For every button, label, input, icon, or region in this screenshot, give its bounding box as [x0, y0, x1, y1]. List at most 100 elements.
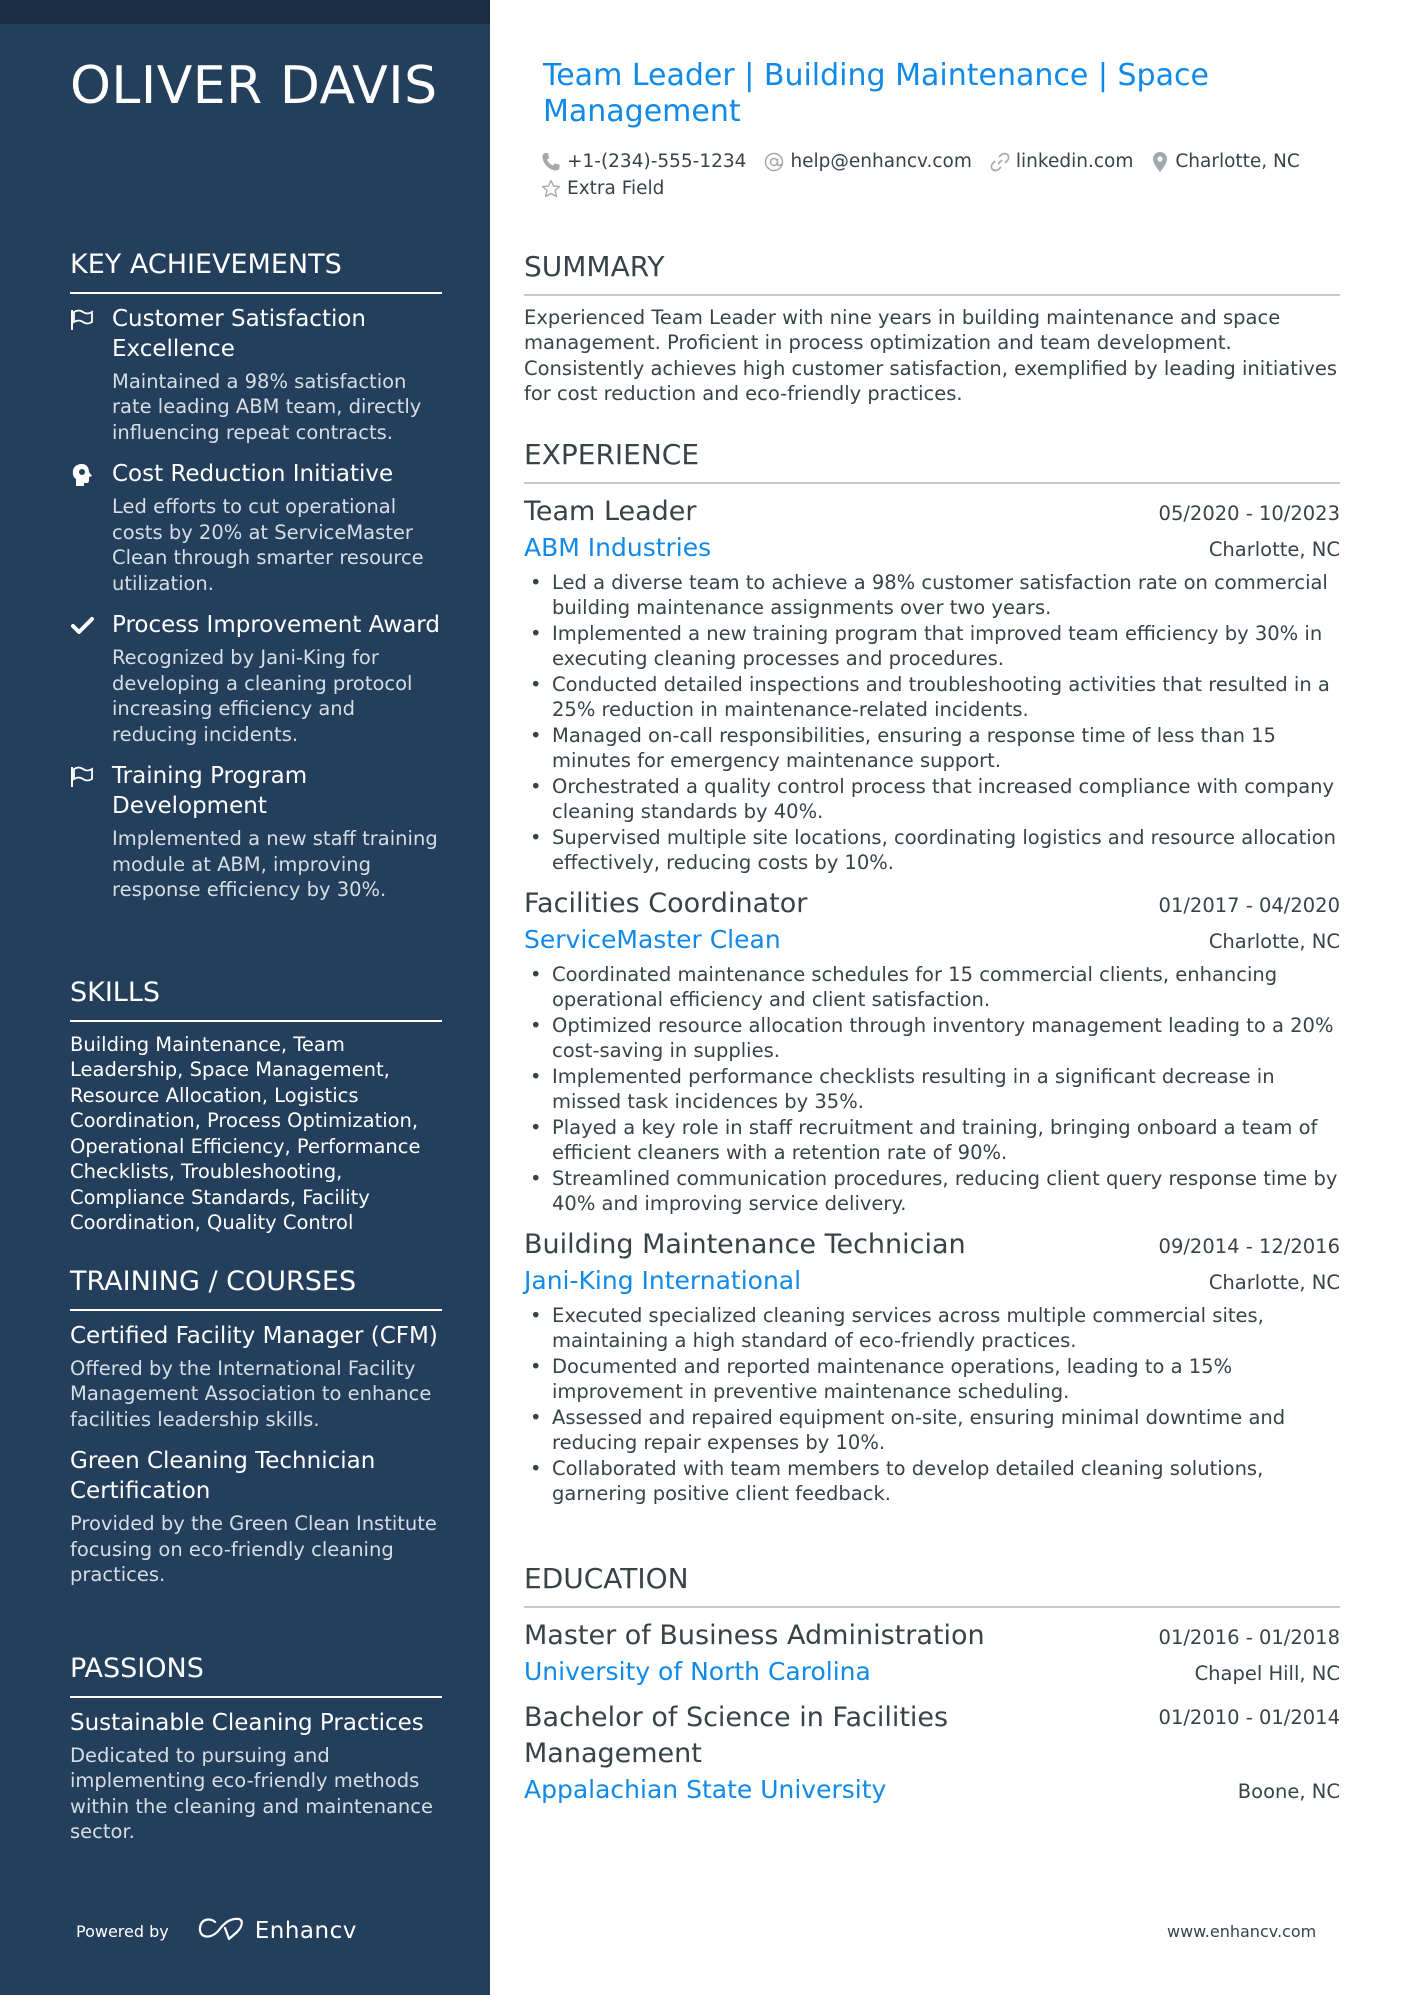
- bullet-item: Played a key role in staff recruitment a…: [524, 1115, 1340, 1166]
- course-title: Green Cleaning Technician Certification: [70, 1448, 376, 1505]
- job-dates: 01/2017 - 04/2020: [1158, 893, 1340, 917]
- education-location: Chapel Hill, NC: [1194, 1661, 1340, 1685]
- footer-url-link[interactable]: www.enhancv.com: [1167, 1922, 1316, 1941]
- job-bullets: Executed specialized cleaning services a…: [524, 1303, 1340, 1507]
- company-name: Jani-King International: [524, 1265, 802, 1295]
- achievement-item: Cost Reduction Initiative Led efforts to…: [70, 459, 442, 596]
- at-icon: [765, 152, 784, 171]
- contact-linkedin[interactable]: linkedin.com: [990, 151, 1133, 172]
- brand-name: Enhancv: [254, 1918, 357, 1944]
- job-dates: 05/2020 - 10/2023: [1158, 501, 1340, 525]
- job-entry: Building Maintenance Technician 09/2014 …: [524, 1227, 1340, 1507]
- job-entry: Team Leader 05/2020 - 10/2023 ABM Indust…: [524, 494, 1340, 876]
- passion-title: Sustainable Cleaning Practices: [70, 1709, 424, 1736]
- bullet-item: Conducted detailed inspections and troub…: [524, 672, 1340, 723]
- head-icon: [70, 463, 96, 487]
- achievement-item: Training Program Development Implemented…: [70, 761, 442, 903]
- job-bullets: Led a diverse team to achieve a 98% cust…: [524, 570, 1340, 876]
- achievement-desc: Maintained a 98% satisfaction rate leadi…: [112, 369, 422, 444]
- bullet-item: Coordinated maintenance schedules for 15…: [524, 962, 1340, 1013]
- contact-info: +1-(234)-555-1234 help@enhancv.com linke…: [541, 148, 1341, 202]
- training-section: TRAINING / COURSES Certified Facility Ma…: [70, 1265, 442, 1602]
- education-dates: 01/2010 - 01/2014: [1158, 1705, 1340, 1729]
- job-dates: 09/2014 - 12/2016: [1158, 1234, 1340, 1258]
- skills-section: SKILLS Building Maintenance, Team Leader…: [70, 976, 442, 1236]
- achievement-title: Training Program Development: [112, 763, 308, 820]
- school-name: University of North Carolina: [524, 1656, 871, 1686]
- education-entry: Master of Business Administration 01/201…: [524, 1618, 1340, 1690]
- job-bullets: Coordinated maintenance schedules for 15…: [524, 962, 1340, 1217]
- location-icon: [1153, 151, 1168, 172]
- job-location: Charlotte, NC: [1208, 929, 1340, 953]
- bullet-item: Supervised multiple site locations, coor…: [524, 825, 1340, 876]
- experience-section: EXPERIENCE Team Leader 05/2020 - 10/2023…: [524, 438, 1340, 1507]
- bullet-item: Assessed and repaired equipment on-site,…: [524, 1405, 1340, 1456]
- job-title: Team Leader: [524, 495, 697, 527]
- degree-title: Master of Business Administration: [524, 1619, 985, 1651]
- job-location: Charlotte, NC: [1208, 1270, 1340, 1294]
- company-name: ServiceMaster Clean: [524, 924, 781, 954]
- phone-icon: [542, 152, 560, 170]
- education-location: Boone, NC: [1237, 1779, 1340, 1803]
- check-icon: [70, 614, 96, 638]
- achievement-title: Process Improvement Award: [112, 612, 440, 639]
- education-dates: 01/2016 - 01/2018: [1158, 1625, 1340, 1649]
- contact-extra: Extra Field: [541, 178, 664, 199]
- powered-by: Powered by Enhancv: [76, 1916, 357, 1946]
- section-title: KEY ACHIEVEMENTS: [70, 248, 442, 294]
- star-icon: [541, 179, 561, 197]
- bullet-item: Streamlined communication procedures, re…: [524, 1166, 1340, 1217]
- achievement-desc: Recognized by Jani-King for developing a…: [112, 646, 413, 746]
- candidate-name: OLIVER DAVIS: [70, 56, 438, 116]
- flag-icon: [70, 765, 96, 789]
- section-title: SUMMARY: [524, 250, 1340, 296]
- key-achievements-section: KEY ACHIEVEMENTS Customer Satisfaction E…: [70, 248, 442, 917]
- passions-section: PASSIONS Sustainable Cleaning Practices …: [70, 1652, 442, 1859]
- achievement-title: Customer Satisfaction Excellence: [112, 305, 367, 362]
- achievement-item: Process Improvement Award Recognized by …: [70, 610, 442, 747]
- powered-by-label: Powered by: [76, 1921, 169, 1941]
- section-title: TRAINING / COURSES: [70, 1265, 442, 1311]
- contact-location: Charlotte, NC: [1151, 151, 1300, 173]
- bullet-item: Collaborated with team members to develo…: [524, 1456, 1340, 1507]
- skills-list: Building Maintenance, Team Leadership, S…: [70, 1032, 421, 1235]
- sidebar-top-band: [0, 0, 490, 24]
- achievement-title: Cost Reduction Initiative: [112, 461, 394, 488]
- link-icon: [990, 152, 1010, 171]
- achievement-desc: Implemented a new staff training module …: [112, 827, 438, 902]
- education-entry: Bachelor of Science in Facilities Manage…: [524, 1700, 1340, 1808]
- flag-icon: [70, 308, 96, 332]
- contact-email[interactable]: help@enhancv.com: [764, 151, 972, 172]
- summary-text: Experienced Team Leader with nine years …: [524, 305, 1337, 406]
- section-title: EDUCATION: [524, 1562, 1340, 1608]
- course-desc: Offered by the International Facility Ma…: [70, 1356, 432, 1431]
- course-desc: Provided by the Green Clean Institute fo…: [70, 1512, 437, 1587]
- bullet-item: Executed specialized cleaning services a…: [524, 1303, 1340, 1354]
- bullet-item: Managed on-call responsibilities, ensuri…: [524, 723, 1340, 774]
- achievement-item: Customer Satisfaction Excellence Maintai…: [70, 304, 442, 446]
- job-entry: Facilities Coordinator 01/2017 - 04/2020…: [524, 886, 1340, 1217]
- section-title: PASSIONS: [70, 1652, 442, 1698]
- sidebar: OLIVER DAVIS KEY ACHIEVEMENTS Customer S…: [0, 0, 490, 1995]
- company-name: ABM Industries: [524, 532, 712, 562]
- headline: Team Leader | Building Maintenance | Spa…: [543, 58, 1209, 129]
- passion-item: Sustainable Cleaning Practices Dedicated…: [70, 1708, 442, 1845]
- bullet-item: Implemented performance checklists resul…: [524, 1064, 1340, 1115]
- bullet-item: Documented and reported maintenance oper…: [524, 1354, 1340, 1405]
- bullet-item: Implemented a new training program that …: [524, 621, 1340, 672]
- course-item: Green Cleaning Technician Certification …: [70, 1446, 442, 1588]
- course-item: Certified Facility Manager (CFM) Offered…: [70, 1321, 442, 1433]
- bullet-item: Led a diverse team to achieve a 98% cust…: [524, 570, 1340, 621]
- job-title: Building Maintenance Technician: [524, 1228, 966, 1260]
- degree-title: Bachelor of Science in Facilities Manage…: [524, 1701, 949, 1769]
- bullet-item: Optimized resource allocation through in…: [524, 1013, 1340, 1064]
- course-title: Certified Facility Manager (CFM): [70, 1322, 438, 1349]
- job-title: Facilities Coordinator: [524, 887, 808, 919]
- passion-desc: Dedicated to pursuing and implementing e…: [70, 1743, 433, 1844]
- enhancv-logo-icon: [197, 1916, 245, 1946]
- summary-section: SUMMARY Experienced Team Leader with nin…: [524, 250, 1340, 407]
- bullet-item: Orchestrated a quality control process t…: [524, 774, 1340, 825]
- section-title: SKILLS: [70, 976, 442, 1022]
- contact-phone[interactable]: +1-(234)-555-1234: [541, 151, 746, 172]
- section-title: EXPERIENCE: [524, 438, 1340, 484]
